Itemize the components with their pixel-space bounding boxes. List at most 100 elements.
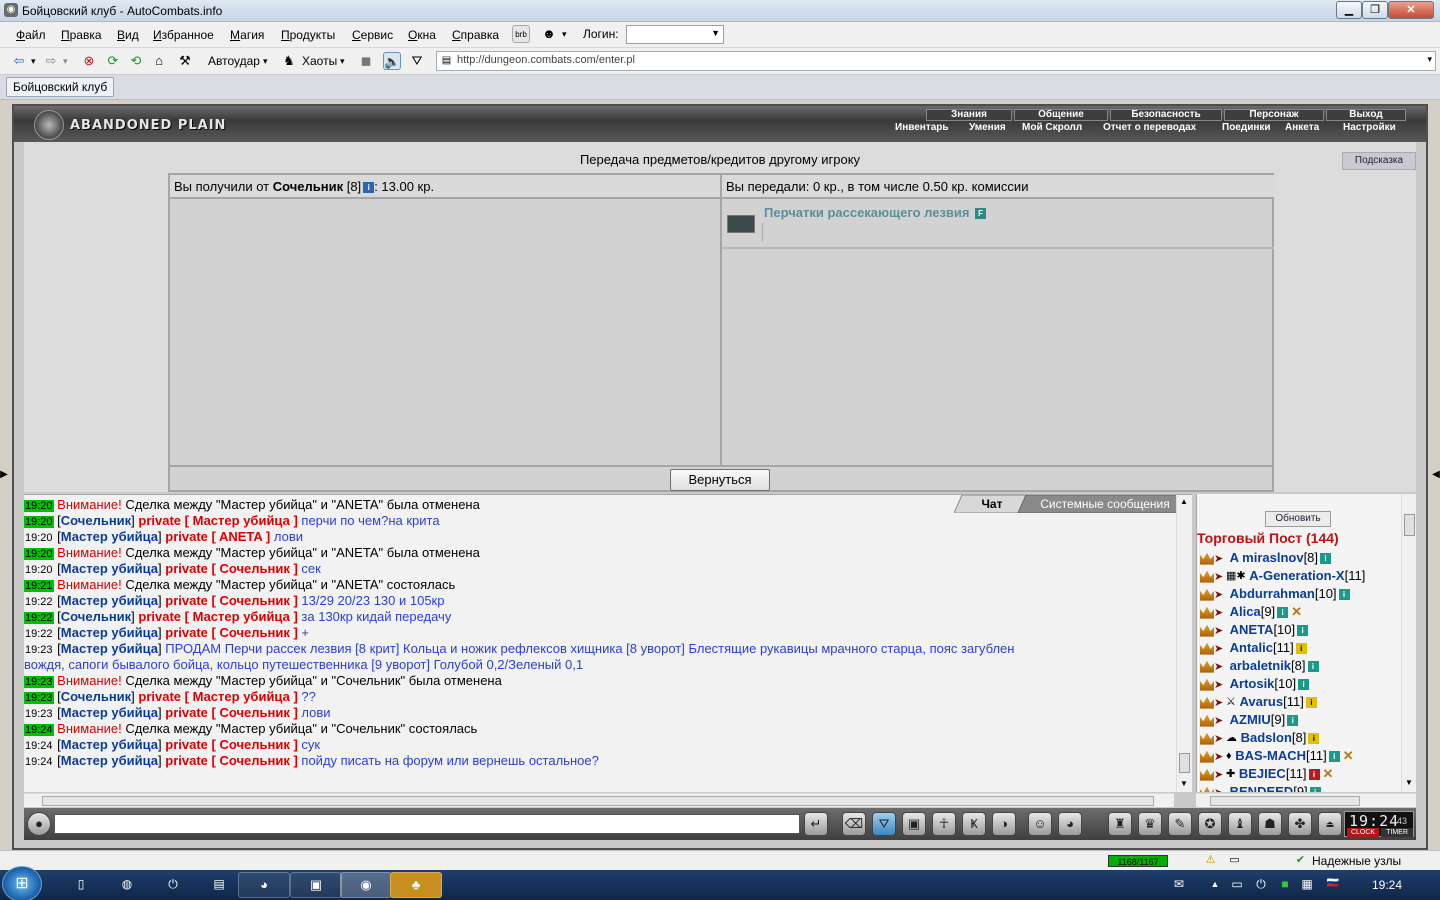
right-collapse-icon[interactable]: ◀ <box>1432 468 1440 482</box>
task-app[interactable]: ▣ <box>290 872 342 898</box>
user-menu-icon[interactable]: ● <box>27 812 51 836</box>
nav-my-scroll[interactable]: Мой Скролл <box>1022 122 1082 134</box>
user-info-icon[interactable]: i <box>1328 751 1340 763</box>
nav-exit[interactable]: Выход <box>1326 109 1406 121</box>
private-arrow-icon[interactable]: ➤ <box>1214 787 1226 792</box>
start-button[interactable]: ⊞ <box>2 866 42 900</box>
refresh-icon[interactable]: ⟳ <box>104 52 122 70</box>
tray-folder-icon[interactable]: ▭ <box>1228 875 1246 893</box>
clock-button[interactable]: CLOCK <box>1347 828 1379 837</box>
chat-private-tag[interactable]: private [ Сочельник ] <box>165 625 298 640</box>
user-row[interactable]: ➤ ⚔ Avarus[11] i <box>1197 694 1317 712</box>
nav-transfer-report[interactable]: Отчет о переводах <box>1103 122 1196 134</box>
autoudar-button[interactable]: Автоудар <box>208 52 260 70</box>
timer-button[interactable]: TIMER <box>1381 828 1413 837</box>
chat-recipient[interactable]: Мастер убийца <box>193 609 290 624</box>
user-name[interactable]: Artosik <box>1230 676 1275 691</box>
user-name[interactable]: Alica <box>1230 604 1261 619</box>
chat-recipient[interactable]: Сочельник <box>219 737 289 752</box>
chat-recipient[interactable]: Сочельник <box>219 561 289 576</box>
user-row[interactable]: ➤ arbaletnik[8] i <box>1197 658 1319 676</box>
private-arrow-icon[interactable]: ➤ <box>1214 571 1226 582</box>
chat-private-tag[interactable]: private [ Сочельник ] <box>165 593 298 608</box>
chat-time[interactable]: 19:22 <box>24 628 54 640</box>
user-info-icon[interactable]: i <box>1287 715 1299 727</box>
user-name[interactable]: AZMIU <box>1230 712 1271 727</box>
close-button[interactable]: ✕ <box>1388 1 1434 19</box>
nav-duels[interactable]: Поединки <box>1222 122 1271 134</box>
nav-inventory[interactable]: Инвентарь <box>895 122 949 134</box>
chat-nick[interactable]: Мастер убийца <box>61 593 158 608</box>
menu-favorites[interactable]: Избранное <box>153 28 214 42</box>
forward-dropdown-icon[interactable]: ▾ <box>63 52 68 70</box>
scroll-thumb[interactable] <box>1179 753 1190 773</box>
chat-private-tag[interactable]: private [ ANETA ] <box>165 529 270 544</box>
maximize-button[interactable]: ❐ <box>1362 1 1388 19</box>
chat-nick[interactable]: Мастер убийца <box>61 529 158 544</box>
chat-recipient[interactable]: Сочельник <box>219 593 289 608</box>
nav-security[interactable]: Безопасность <box>1110 109 1222 121</box>
nav-settings[interactable]: Настройки <box>1343 122 1396 134</box>
chat-input[interactable] <box>54 814 800 834</box>
back-button[interactable]: Вернуться <box>670 469 770 491</box>
forward-icon[interactable]: ⇨ <box>42 52 60 70</box>
chat-nick[interactable]: Сочельник <box>61 513 131 528</box>
chat-hscrollbar[interactable] <box>24 793 1174 807</box>
user-info-icon[interactable]: i <box>1320 553 1332 565</box>
user-name[interactable]: A miraslnov <box>1230 550 1304 565</box>
nav-character[interactable]: Персонаж <box>1224 109 1324 121</box>
login-select[interactable]: ▼ <box>626 25 724 44</box>
nav-knowledge[interactable]: Знания <box>926 109 1012 121</box>
private-arrow-icon[interactable]: ➤ <box>1214 589 1226 600</box>
guild-icon[interactable]: ♛ <box>1138 812 1162 836</box>
fight-icon[interactable]: ☥ <box>932 812 956 836</box>
task-combats[interactable]: ◉ <box>340 872 392 898</box>
send-icon[interactable]: ↵ <box>804 812 828 836</box>
speed-icon[interactable]: ◑ <box>992 812 1016 836</box>
chat-time[interactable]: 19:20 <box>24 548 54 560</box>
user-info-icon[interactable]: i <box>1305 697 1317 709</box>
chat-time[interactable]: 19:23 <box>24 708 54 720</box>
chat-recipient[interactable]: Мастер убийца <box>193 689 290 704</box>
user-row[interactable]: ➤ ♦ BAS-MACH[11] i ✕ <box>1197 748 1354 766</box>
chat-recipient[interactable]: Сочельник <box>219 753 289 768</box>
smile-icon[interactable]: ☺ <box>1028 812 1052 836</box>
menu-file[interactable]: Файл <box>16 28 46 42</box>
chat-nick[interactable]: Сочельник <box>61 689 131 704</box>
tab-chat[interactable]: Чат <box>962 495 1022 513</box>
chat-time[interactable]: 19:20 <box>24 532 54 544</box>
user-info-icon[interactable]: i <box>1277 607 1289 619</box>
tray-power-icon[interactable]: ⏻ <box>1252 875 1270 893</box>
nav-skills[interactable]: Умения <box>969 122 1006 134</box>
warning-icon[interactable]: ⚠ <box>1204 854 1217 867</box>
chat-recipient[interactable]: Сочельник <box>219 625 289 640</box>
hscroll-thumb[interactable] <box>42 796 1154 806</box>
user-info-icon[interactable]: i <box>1308 733 1320 745</box>
tray-clock[interactable]: 19:24 <box>1372 878 1402 892</box>
user-info-icon[interactable]: i <box>1298 679 1310 691</box>
back-icon[interactable]: ⇦ <box>10 52 28 70</box>
friends-icon[interactable]: ☗ <box>1258 812 1282 836</box>
chat-time[interactable]: 19:20 <box>24 564 54 576</box>
user-row[interactable]: ➤ Artosik[10] i <box>1197 676 1310 694</box>
quicklaunch-disk-icon[interactable]: ▤ <box>210 875 228 893</box>
private-arrow-icon[interactable]: ➤ <box>1214 607 1226 618</box>
user-name[interactable]: BEJIEC <box>1239 766 1286 781</box>
mask-icon[interactable]: ◼ <box>357 52 375 70</box>
item-name[interactable]: Перчатки рассекающего лезвия <box>764 205 970 220</box>
chat-private-tag[interactable]: private [ Мастер убийца ] <box>138 609 297 624</box>
quicklaunch-doc-icon[interactable]: ▯ <box>72 875 90 893</box>
chat-time[interactable]: 19:22 <box>24 612 54 624</box>
address-dropdown-icon[interactable]: ▾ <box>1427 54 1432 65</box>
private-arrow-icon[interactable]: ➤ <box>1214 697 1226 708</box>
user-name[interactable]: ANETA <box>1230 622 1274 637</box>
haoty-icon[interactable]: ♞ <box>280 52 298 70</box>
users-hscrollbar[interactable] <box>1196 793 1416 807</box>
address-bar[interactable]: ▤ http://dungeon.combats.com/enter.pl ▾ <box>436 51 1436 71</box>
chat-time[interactable]: 19:22 <box>24 596 54 608</box>
user-info-icon[interactable]: i <box>1308 769 1320 781</box>
sound-icon[interactable]: 🔈 <box>383 52 401 70</box>
chat-private-tag[interactable]: private [ Мастер убийца ] <box>138 513 297 528</box>
chat-private-tag[interactable]: private [ Сочельник ] <box>165 561 298 576</box>
private-arrow-icon[interactable]: ➤ <box>1214 643 1226 654</box>
